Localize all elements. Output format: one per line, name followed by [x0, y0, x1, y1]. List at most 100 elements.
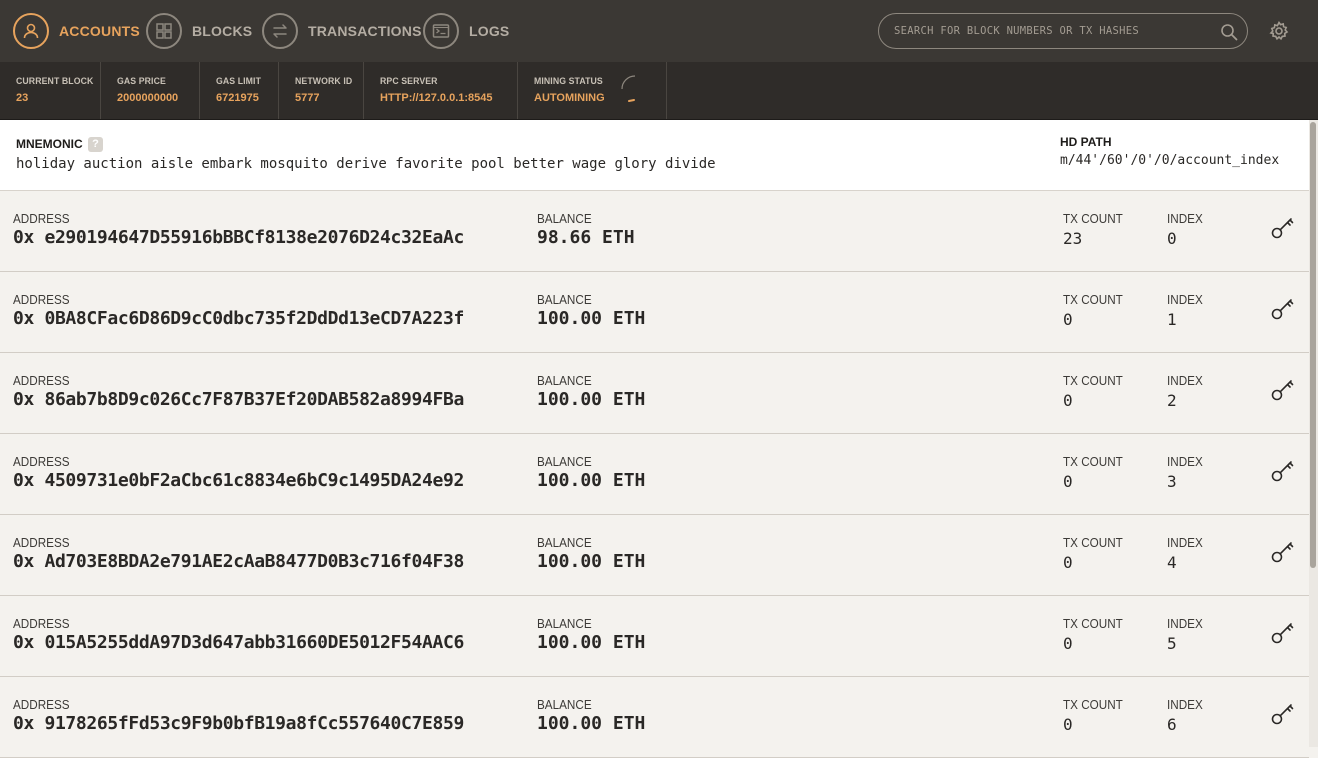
- nav-blocks[interactable]: BLOCKS: [146, 0, 252, 62]
- gas-limit-label: GAS LIMIT: [216, 76, 262, 87]
- account-index: 5: [1167, 634, 1177, 653]
- account-row: ADDRESS 0x 86ab7b8D9c026Cc7F87B37Ef20DAB…: [0, 353, 1309, 434]
- show-key-icon[interactable]: [1270, 700, 1296, 731]
- accounts-list: ADDRESS 0x e290194647D55916bBBCf8138e207…: [0, 191, 1309, 758]
- user-icon: [13, 13, 49, 49]
- account-address: 0x 0BA8CFac6D86D9cC0dbc735f2DdDd13eCD7A2…: [13, 308, 464, 329]
- scrollbar-thumb[interactable]: [1310, 122, 1316, 568]
- mnemonic-help-icon[interactable]: ?: [88, 137, 103, 152]
- tx-count-label: TX COUNT: [1063, 697, 1123, 712]
- show-key-icon[interactable]: [1270, 295, 1296, 326]
- account-address: 0x 9178265fFd53c9F9b0bfB19a8fCc557640C7E…: [13, 713, 464, 734]
- tx-count-label: TX COUNT: [1063, 373, 1123, 388]
- settings-gear-icon[interactable]: [1268, 20, 1290, 47]
- gas-limit-stat: GAS LIMIT 6721975: [200, 62, 279, 119]
- gas-price-value: 2000000000: [117, 92, 179, 104]
- account-balance: 98.66 ETH: [537, 227, 635, 248]
- account-row: ADDRESS 0x 4509731e0bF2aCbc61c8834e6bC9c…: [0, 434, 1309, 515]
- search-icon[interactable]: [1219, 22, 1239, 47]
- tx-count-label: TX COUNT: [1063, 292, 1123, 307]
- show-key-icon[interactable]: [1270, 376, 1296, 407]
- balance-label: BALANCE: [537, 292, 592, 307]
- search-input[interactable]: [892, 24, 1206, 38]
- index-label: INDEX: [1167, 616, 1203, 631]
- address-label: ADDRESS: [13, 211, 70, 226]
- account-tx-count: 0: [1063, 472, 1073, 491]
- address-label: ADDRESS: [13, 535, 70, 550]
- index-label: INDEX: [1167, 373, 1203, 388]
- nav-logs-label: LOGS: [469, 23, 510, 39]
- nav-logs[interactable]: LOGS: [423, 0, 509, 62]
- top-navigation: ACCOUNTS BLOCKS TRANSACTIONS LOGS: [0, 0, 1318, 62]
- account-index: 4: [1167, 553, 1177, 572]
- transfer-arrows-icon: [262, 13, 298, 49]
- account-tx-count: 0: [1063, 391, 1073, 410]
- tx-count-label: TX COUNT: [1063, 616, 1123, 631]
- balance-label: BALANCE: [537, 535, 592, 550]
- balance-label: BALANCE: [537, 454, 592, 469]
- balance-label: BALANCE: [537, 697, 592, 712]
- mnemonic-panel: MNEMONIC ? holiday auction aisle embark …: [0, 120, 1309, 191]
- account-row: ADDRESS 0x e290194647D55916bBBCf8138e207…: [0, 191, 1309, 272]
- network-id-stat: NETWORK ID 5777: [279, 62, 364, 119]
- tx-count-label: TX COUNT: [1063, 454, 1123, 469]
- account-tx-count: 0: [1063, 715, 1073, 734]
- account-row: ADDRESS 0x 015A5255ddA97D3d647abb31660DE…: [0, 596, 1309, 677]
- account-balance: 100.00 ETH: [537, 632, 646, 653]
- account-address: 0x e290194647D55916bBBCf8138e2076D24c32E…: [13, 227, 464, 248]
- network-id-value: 5777: [295, 92, 320, 104]
- account-tx-count: 0: [1063, 553, 1073, 572]
- blocks-icon: [146, 13, 182, 49]
- gas-price-label: GAS PRICE: [117, 76, 166, 87]
- account-balance: 100.00 ETH: [537, 470, 646, 491]
- current-block-stat: CURRENT BLOCK 23: [0, 62, 101, 119]
- hd-path-title: HD PATH: [1060, 135, 1112, 149]
- scrollbar[interactable]: [1309, 120, 1318, 747]
- balance-label: BALANCE: [537, 616, 592, 631]
- account-tx-count: 0: [1063, 310, 1073, 329]
- show-key-icon[interactable]: [1270, 457, 1296, 488]
- tx-count-label: TX COUNT: [1063, 211, 1123, 226]
- show-key-icon[interactable]: [1270, 214, 1296, 245]
- account-index: 2: [1167, 391, 1177, 410]
- gas-price-stat: GAS PRICE 2000000000: [101, 62, 200, 119]
- mnemonic-words: holiday auction aisle embark mosquito de…: [16, 156, 716, 172]
- account-balance: 100.00 ETH: [537, 389, 646, 410]
- address-label: ADDRESS: [13, 616, 70, 631]
- index-label: INDEX: [1167, 292, 1203, 307]
- rpc-server-label: RPC SERVER: [380, 76, 438, 87]
- nav-accounts[interactable]: ACCOUNTS: [13, 0, 140, 62]
- account-tx-count: 0: [1063, 634, 1073, 653]
- rpc-server-value: HTTP://127.0.0.1:8545: [380, 92, 493, 104]
- address-label: ADDRESS: [13, 454, 70, 469]
- terminal-icon: [423, 13, 459, 49]
- address-label: ADDRESS: [13, 373, 70, 388]
- tx-count-label: TX COUNT: [1063, 535, 1123, 550]
- account-index: 0: [1167, 229, 1177, 248]
- address-label: ADDRESS: [13, 292, 70, 307]
- current-block-label: CURRENT BLOCK: [16, 76, 94, 87]
- account-address: 0x 4509731e0bF2aCbc61c8834e6bC9c1495DA24…: [13, 470, 464, 491]
- index-label: INDEX: [1167, 535, 1203, 550]
- index-label: INDEX: [1167, 697, 1203, 712]
- account-balance: 100.00 ETH: [537, 308, 646, 329]
- nav-transactions-label: TRANSACTIONS: [308, 23, 422, 39]
- account-address: 0x Ad703E8BDA2e791AE2cAaB8477D0B3c716f04…: [13, 551, 464, 572]
- hd-path-value: m/44'/60'/0'/0/account_index: [1060, 153, 1280, 168]
- balance-label: BALANCE: [537, 373, 592, 388]
- show-key-icon[interactable]: [1270, 619, 1296, 650]
- show-key-icon[interactable]: [1270, 538, 1296, 569]
- mining-spinner-icon: [620, 74, 650, 109]
- network-id-label: NETWORK ID: [295, 76, 353, 87]
- account-balance: 100.00 ETH: [537, 551, 646, 572]
- account-index: 3: [1167, 472, 1177, 491]
- account-address: 0x 86ab7b8D9c026Cc7F87B37Ef20DAB582a8994…: [13, 389, 464, 410]
- account-row: ADDRESS 0x Ad703E8BDA2e791AE2cAaB8477D0B…: [0, 515, 1309, 596]
- account-index: 6: [1167, 715, 1177, 734]
- nav-blocks-label: BLOCKS: [192, 23, 253, 39]
- address-label: ADDRESS: [13, 697, 70, 712]
- index-label: INDEX: [1167, 211, 1203, 226]
- nav-transactions[interactable]: TRANSACTIONS: [262, 0, 422, 62]
- balance-label: BALANCE: [537, 211, 592, 226]
- index-label: INDEX: [1167, 454, 1203, 469]
